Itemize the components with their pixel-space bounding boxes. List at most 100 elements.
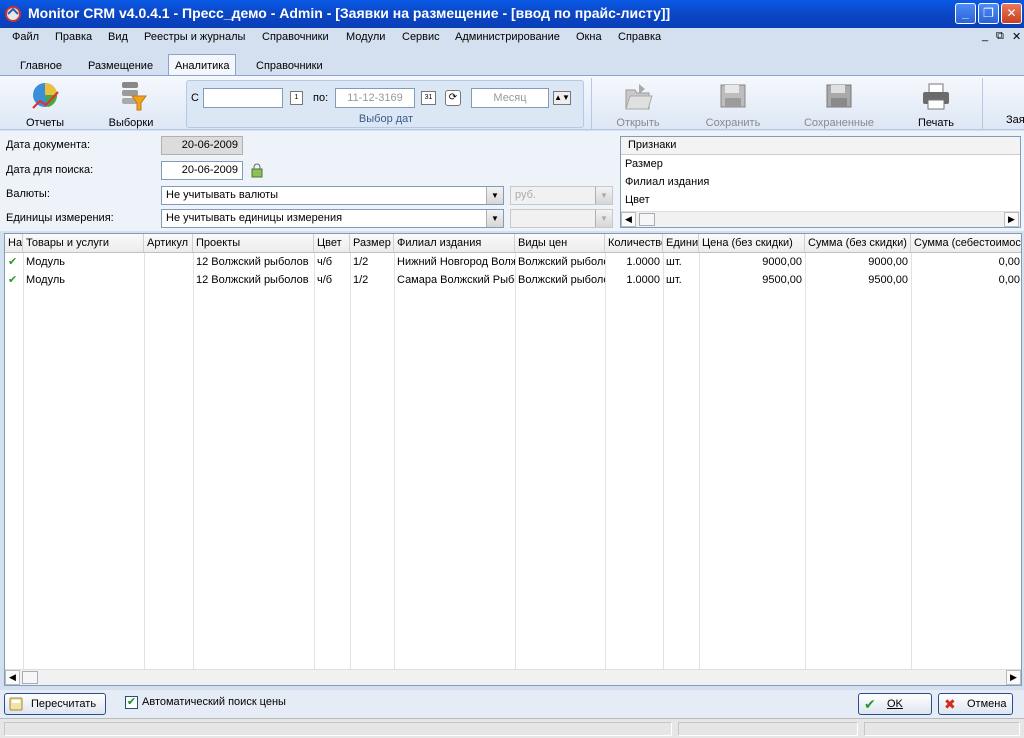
tab-analytics[interactable]: Аналитика [168, 54, 237, 76]
cell-size[interactable]: 1/2 [350, 271, 394, 289]
cell-quantity[interactable]: 1.0000 [605, 271, 663, 289]
col-header[interactable]: Проекты [193, 234, 314, 252]
from-date-input[interactable] [203, 88, 283, 108]
to-calendar-icon[interactable]: 31 [421, 91, 436, 105]
cancel-button[interactable]: ✖ Отмена [938, 693, 1013, 715]
cell-price[interactable]: 9000,00 [699, 253, 805, 271]
chevron-down-icon[interactable]: ▼ [486, 187, 503, 204]
status-pane [864, 722, 1020, 736]
close-button[interactable]: ✕ [1001, 3, 1022, 24]
tab-main[interactable]: Главное [14, 57, 68, 76]
menu-modules[interactable]: Модули [346, 31, 385, 43]
scroll-right-icon[interactable]: ▶ [1006, 670, 1021, 685]
requests-button[interactable]: Зая [1006, 80, 1024, 126]
scroll-left-icon[interactable]: ◀ [621, 212, 636, 227]
period-input[interactable]: Месяц [471, 88, 549, 108]
col-header[interactable]: Виды цен [515, 234, 605, 252]
open-button[interactable]: Открыть [614, 80, 662, 129]
reports-button[interactable]: Отчеты [22, 80, 68, 129]
cell-size[interactable]: 1/2 [350, 253, 394, 271]
cell-cost[interactable]: 0,00 [911, 271, 1021, 289]
col-header[interactable]: Филиал издания [394, 234, 515, 252]
menu-registers[interactable]: Реестры и журналы [144, 31, 245, 43]
ok-button[interactable]: ✔ OK [858, 693, 932, 715]
mdi-minimize-button[interactable]: _ [982, 30, 988, 42]
reports-label: Отчеты [25, 117, 65, 129]
maximize-button[interactable]: ❐ [978, 3, 999, 24]
cell-color[interactable]: ч/б [314, 253, 350, 271]
to-date-input[interactable]: 11-12-3169 [335, 88, 415, 108]
cell-quantity[interactable]: 1.0000 [605, 253, 663, 271]
scroll-thumb[interactable] [22, 671, 38, 684]
col-header[interactable]: Товары и услуги [23, 234, 144, 252]
selections-button[interactable]: Выборки [106, 80, 156, 129]
cell-project[interactable]: 12 Волжский рыболов [193, 271, 314, 289]
cell-item[interactable]: Модуль [23, 271, 144, 289]
check-icon: ✔ [864, 696, 876, 712]
scroll-right-icon[interactable]: ▶ [1004, 212, 1019, 227]
saved-button[interactable]: Сохраненные [802, 80, 876, 129]
menu-view[interactable]: Вид [108, 31, 128, 43]
cell-branch[interactable]: Нижний Новгород Волжский рыболов [394, 253, 515, 271]
cell-price-type[interactable]: Волжский рыболов [515, 271, 605, 289]
menu-edit[interactable]: Правка [55, 31, 92, 43]
attributes-header[interactable]: Признаки [621, 137, 1020, 155]
cell-color[interactable]: ч/б [314, 271, 350, 289]
recalculate-button[interactable]: Пересчитать [4, 693, 106, 715]
col-header[interactable]: Артикул [144, 234, 193, 252]
tab-placement[interactable]: Размещение [82, 57, 159, 76]
col-header[interactable]: На [5, 234, 23, 252]
chevron-down-icon[interactable]: ▼ [486, 210, 503, 227]
ribbon: Отчеты Выборки С 1 по: 11-12-3169 31 ⟳ М… [0, 75, 1024, 130]
period-picker-icon[interactable]: ▲▼ [553, 91, 571, 105]
cell-unit[interactable]: шт. [663, 271, 699, 289]
attribute-item[interactable]: Филиал издания [621, 173, 1020, 191]
attributes-scrollbar[interactable]: ◀ ▶ [621, 211, 1020, 227]
menu-service[interactable]: Сервис [402, 31, 440, 43]
scroll-thumb[interactable] [639, 213, 655, 226]
menu-references[interactable]: Справочники [262, 31, 329, 43]
table-row[interactable]: ✔ Модуль 12 Волжский рыболов ч/б 1/2 Ниж… [5, 253, 1021, 271]
refresh-icon[interactable]: ⟳ [445, 90, 461, 106]
attribute-item[interactable]: Размер [621, 155, 1020, 173]
currency-select[interactable]: Не учитывать валюты ▼ [161, 186, 504, 205]
menu-file[interactable]: Файл [12, 31, 39, 43]
col-header[interactable]: Цена (без скидки) [699, 234, 805, 252]
col-header[interactable]: Цвет [314, 234, 350, 252]
col-header[interactable]: Единица [663, 234, 699, 252]
menu-administration[interactable]: Администрирование [455, 31, 560, 43]
attribute-item[interactable]: Цвет [621, 191, 1020, 209]
cell-unit[interactable]: шт. [663, 253, 699, 271]
cell-article[interactable] [144, 253, 193, 271]
cell-project[interactable]: 12 Волжский рыболов [193, 253, 314, 271]
calendar-lock-icon[interactable] [249, 163, 265, 179]
cell-price-type[interactable]: Волжский рыболов [515, 253, 605, 271]
mdi-restore-button[interactable]: ⧉ [996, 30, 1004, 43]
units-select[interactable]: Не учитывать единицы измерения ▼ [161, 209, 504, 228]
cell-item[interactable]: Модуль [23, 253, 144, 271]
ribbon-tabs: Главное Размещение Аналитика Справочники [0, 54, 1024, 76]
search-date-field[interactable]: 20-06-2009 [161, 161, 243, 180]
cell-sum[interactable]: 9000,00 [805, 253, 911, 271]
col-header[interactable]: Сумма (себестоимость) [911, 234, 1021, 252]
col-header[interactable]: Размер [350, 234, 394, 252]
grid-scrollbar[interactable]: ◀ ▶ [5, 669, 1021, 685]
table-row[interactable]: ✔ Модуль 12 Волжский рыболов ч/б 1/2 Сам… [5, 271, 1021, 289]
print-button[interactable]: Печать [914, 80, 958, 129]
cell-article[interactable] [144, 271, 193, 289]
menu-help[interactable]: Справка [618, 31, 661, 43]
mdi-close-button[interactable]: ✕ [1012, 30, 1021, 43]
cell-branch[interactable]: Самара Волжский Рыболов [394, 271, 515, 289]
col-header[interactable]: Сумма (без скидки) [805, 234, 911, 252]
col-header[interactable]: Количество [605, 234, 663, 252]
tab-references[interactable]: Справочники [250, 57, 329, 76]
minimize-button[interactable]: _ [955, 3, 976, 24]
save-button[interactable]: Сохранить [702, 80, 764, 129]
cell-sum[interactable]: 9500,00 [805, 271, 911, 289]
cell-cost[interactable]: 0,00 [911, 253, 1021, 271]
auto-search-checkbox[interactable]: ✔ [125, 696, 138, 709]
from-calendar-icon[interactable]: 1 [290, 91, 303, 105]
menu-windows[interactable]: Окна [576, 31, 602, 43]
cell-price[interactable]: 9500,00 [699, 271, 805, 289]
scroll-left-icon[interactable]: ◀ [5, 670, 20, 685]
